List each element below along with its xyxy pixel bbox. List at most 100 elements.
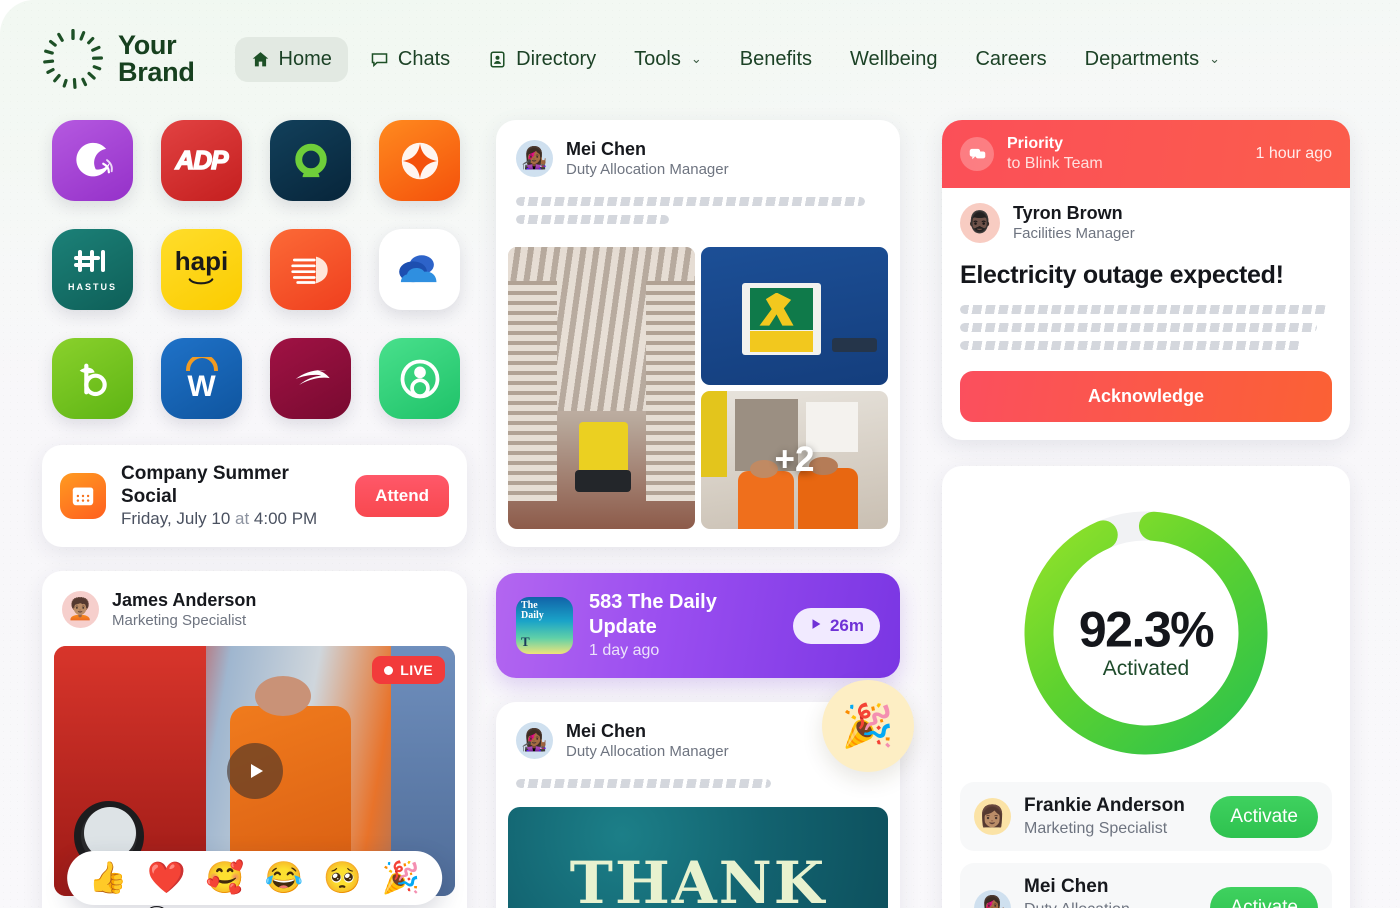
priority-author-role: Facilities Manager [1013,225,1135,242]
avatar[interactable]: 🧔🏿‍♂️ [960,202,1000,243]
nav-item-departments[interactable]: Departments ⌄ [1069,37,1236,82]
photo-post-author-role: Duty Allocation Manager [566,161,729,178]
reaction-love-icon[interactable]: 🥰 [206,861,245,895]
photo-post-author-row: 👩🏾‍🎤 Mei Chen Duty Allocation Manager [496,120,900,185]
avatar[interactable]: 🧑🏽‍🦱 [62,591,99,628]
quinyx-app[interactable] [270,120,351,201]
onedrive-app[interactable] [379,229,460,310]
adp-app[interactable]: ADP [161,120,242,201]
left-column: ADP HASTUS hapi W Company Summer Social … [42,120,467,908]
more-photos-overlay[interactable]: +2 [701,391,888,529]
thank-post-image[interactable]: THANK [508,807,888,908]
activation-row: 👩🏽 Frankie Anderson Marketing Specialist… [960,782,1332,851]
hastus-app[interactable]: HASTUS [52,229,133,310]
bamboohr-app[interactable] [52,338,133,419]
nav-item-tools[interactable]: Tools ⌄ [618,37,718,82]
nav-item-directory[interactable]: Directory [472,37,612,82]
redacted-line [960,305,1329,314]
priority-header: Priority to Blink Team 1 hour ago [942,120,1350,188]
nav-item-wellbeing[interactable]: Wellbeing [834,37,953,82]
event-date: Friday, July 10 [121,509,231,528]
priority-label: Priority [1007,135,1064,152]
live-badge: LIVE [372,656,445,684]
attend-button[interactable]: Attend [355,475,449,517]
reaction-laugh-icon[interactable]: 😂 [265,861,304,895]
brand-name-line2: Brand [118,57,195,87]
nav-item-wellbeing-label: Wellbeing [850,47,938,70]
nav-item-home-label: Home [278,47,332,70]
people-app[interactable] [379,338,460,419]
thank-image-word: THANK [569,849,827,908]
reaction-thumbsup-icon[interactable]: 👍 [89,861,128,895]
reaction-sad-icon[interactable]: 🥺 [323,861,362,895]
reaction-party-icon[interactable]: 🎉 [382,861,421,895]
activation-person-role: Duty Allocation Manager [1024,899,1197,908]
avatar[interactable]: 👩🏾‍🎤 [516,722,553,759]
nav-item-tools-label: Tools [634,47,681,70]
redacted-line [516,215,669,224]
nav-item-chats-label: Chats [397,47,451,70]
workday-app[interactable]: W [161,338,242,419]
podcast-card[interactable]: The Daily T 583 The Daily Update 1 day a… [496,573,900,678]
reaction-picker[interactable]: 👍 ❤️ 🥰 😂 🥺 🎉 [66,851,443,905]
home-icon [251,50,270,69]
sparkle-app[interactable] [379,120,460,201]
confetti-icon[interactable]: 🎉 [822,680,914,772]
acknowledge-button[interactable]: Acknowledge [960,371,1332,422]
activate-button[interactable]: Activate [1210,887,1318,908]
priority-headline: Electricity outage expected! [960,261,1284,289]
activate-button[interactable]: Activate [1210,795,1318,838]
nav-item-benefits[interactable]: Benefits [724,37,828,82]
priority-body-redacted [960,305,1332,350]
sap-concur-app[interactable] [270,229,351,310]
nav-item-careers[interactable]: Careers [959,37,1062,82]
event-datetime: Friday, July 10 at 4:00 PM [121,508,340,530]
nav-item-directory-label: Directory [516,47,597,70]
nav-item-chats[interactable]: Chats [354,37,466,82]
avatar[interactable]: 👩🏾‍🎤 [974,889,1011,908]
chevron-down-icon: ⌄ [1209,51,1221,66]
hapi-app[interactable]: hapi [161,229,242,310]
thank-post-body-redacted [496,767,900,801]
center-column: 👩🏾‍🎤 Mei Chen Duty Allocation Manager [496,120,914,908]
chat-bubble-icon [370,50,389,69]
video-post-author-name: James Anderson [112,590,257,610]
activation-row: 👩🏾‍🎤 Mei Chen Duty Allocation Manager Ac… [960,863,1332,908]
nav-items: Home Chats Directory Tools ⌄ Benefits We… [234,36,1237,82]
nav-item-home[interactable]: Home [234,36,348,82]
avatar[interactable]: 👩🏽 [974,798,1011,835]
brand-name-line1: Your [118,30,177,60]
video-post-card: 🧑🏽‍🦱 James Anderson Marketing Specialist… [42,571,467,908]
play-icon[interactable] [226,743,283,799]
redacted-line [960,323,1318,332]
event-title: Company Summer Social [121,463,289,507]
podcast-subtitle: 1 day ago [589,642,660,659]
photo-thumb-breakroom[interactable]: +2 [701,391,888,529]
activation-person-role: Marketing Specialist [1024,820,1168,837]
avatar[interactable]: 👩🏾‍🎤 [516,140,553,177]
video-post-author-role: Marketing Specialist [112,612,247,629]
activation-status-label: Activated [1102,657,1190,680]
podcast-duration-label: 26m [829,615,864,635]
photo-thumb-warehouse[interactable] [508,247,695,529]
event-card[interactable]: Company Summer Social Friday, July 10 at… [42,445,467,547]
podcast-duration-button[interactable]: 26m [792,607,880,644]
thank-post-author-role: Duty Allocation Manager [566,743,729,760]
chevron-down-icon: ⌄ [690,51,702,66]
photo-thumb-safety-sign[interactable] [701,247,888,385]
play-icon [809,616,823,636]
right-column: Priority to Blink Team 1 hour ago 🧔🏿‍♂️ … [942,120,1350,908]
priority-alert-card: Priority to Blink Team 1 hour ago 🧔🏿‍♂️ … [942,120,1350,440]
concur-app[interactable] [52,120,133,201]
reaction-heart-icon[interactable]: ❤️ [147,861,186,895]
app-shortcuts-grid: ADP HASTUS hapi W [42,120,467,419]
nav-item-careers-label: Careers [975,47,1047,70]
event-at: at [230,509,254,528]
priority-author-name: Tyron Brown [1013,203,1123,223]
sunburst-logo-icon [42,28,104,90]
activation-person-name: Frankie Anderson [1024,795,1185,816]
top-navigation-bar: Your Brand Home Chats Directory Tools ⌄ … [0,0,1400,118]
photo-grid: +2 [496,237,900,547]
cubic-app[interactable] [270,338,351,419]
brand-logo[interactable]: Your Brand [42,28,195,90]
